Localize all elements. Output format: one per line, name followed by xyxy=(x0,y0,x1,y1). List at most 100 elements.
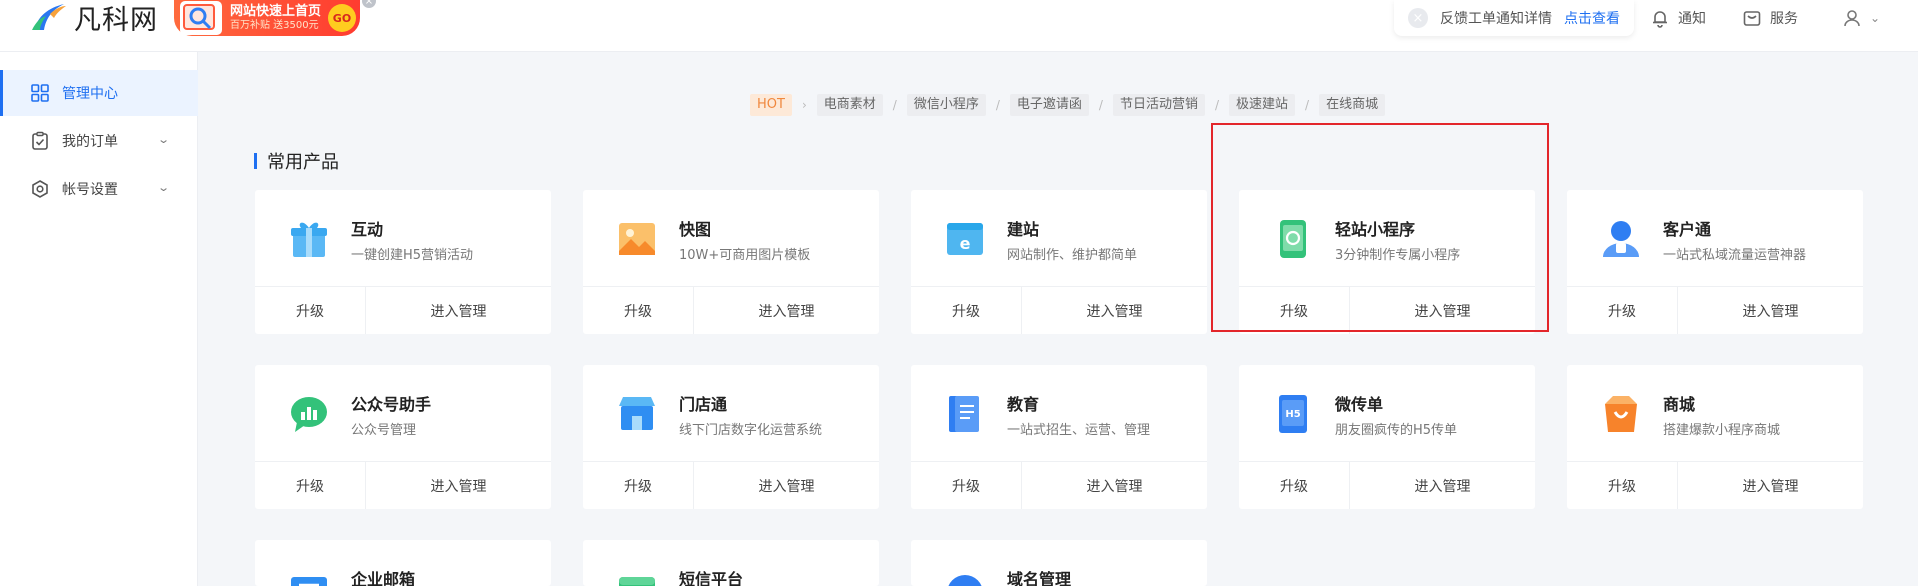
product-card-domain: 域名管理 xyxy=(911,540,1207,586)
card-title: 互动 xyxy=(351,220,384,239)
upgrade-button[interactable]: 升级 xyxy=(1567,462,1678,509)
scrollbar[interactable] xyxy=(1906,52,1918,586)
enter-management-button[interactable]: 进入管理 xyxy=(366,287,551,334)
chevron-down-icon: ⌄ xyxy=(1870,11,1881,25)
card-header[interactable]: e 建站 网站制作、维护都简单 xyxy=(911,190,1207,287)
enter-management-button[interactable]: 进入管理 xyxy=(694,462,879,509)
product-card-site-builder: e 建站 网站制作、维护都简单 升级 进入管理 xyxy=(911,190,1207,334)
miniapp-icon xyxy=(1271,217,1315,261)
notice-view-link[interactable]: 点击查看 xyxy=(1564,8,1620,28)
book-icon xyxy=(943,392,987,436)
card-header[interactable]: 教育 一站式招生、运营、管理 xyxy=(911,365,1207,462)
product-card-sms: 短信平台 xyxy=(583,540,879,586)
card-header[interactable]: 商城 搭建爆款小程序商城 xyxy=(1567,365,1863,462)
product-card-customer: 客户通 一站式私域流量运营神器 升级 进入管理 xyxy=(1567,190,1863,334)
enter-management-button[interactable]: 进入管理 xyxy=(1350,287,1535,334)
upgrade-button[interactable]: 升级 xyxy=(911,462,1022,509)
sidebar-item-orders[interactable]: 我的订单 ⌄ xyxy=(0,118,198,164)
section-title: 常用产品 xyxy=(254,148,339,174)
card-header[interactable]: 互动 一键创建H5营销活动 xyxy=(255,190,551,287)
section-accent-bar xyxy=(254,153,257,169)
upgrade-button[interactable]: 升级 xyxy=(255,287,366,334)
logo[interactable]: 凡科网 xyxy=(30,0,158,36)
card-header[interactable]: 快图 10W+可商用图片模板 xyxy=(583,190,879,287)
enter-management-button[interactable]: 进入管理 xyxy=(1022,462,1207,509)
notice-bar: × 反馈工单通知详情 点击查看 xyxy=(1394,0,1634,36)
card-header[interactable]: 企业邮箱 xyxy=(255,540,551,586)
chevron-down-icon: ⌄ xyxy=(156,133,170,146)
promo-banner[interactable]: 网站快速上首页 百万补贴 送3500元 GO xyxy=(174,0,360,36)
order-icon xyxy=(30,131,50,151)
product-card-official-account: 公众号助手 公众号管理 升级 进入管理 xyxy=(255,365,551,509)
upgrade-button[interactable]: 升级 xyxy=(1239,462,1350,509)
enter-management-button[interactable]: 进入管理 xyxy=(1678,462,1863,509)
chevron-down-icon: ⌄ xyxy=(156,181,170,194)
upgrade-button[interactable]: 升级 xyxy=(1239,287,1350,334)
product-card-mall: 商城 搭建爆款小程序商城 升级 进入管理 xyxy=(1567,365,1863,509)
enter-management-button[interactable]: 进入管理 xyxy=(1350,462,1535,509)
card-header[interactable]: 域名管理 xyxy=(911,540,1207,586)
upgrade-button[interactable]: 升级 xyxy=(583,462,694,509)
card-description: 朋友圈疯传的H5传单 xyxy=(1335,423,1458,438)
notice-close-icon[interactable]: × xyxy=(1408,8,1428,28)
section-title-text: 常用产品 xyxy=(267,152,339,173)
card-header[interactable]: H5 微传单 朋友圈疯传的H5传单 xyxy=(1239,365,1535,462)
promo-subtitle: 百万补贴 送3500元 xyxy=(230,19,319,31)
settings-icon xyxy=(30,179,50,199)
store-icon xyxy=(615,392,659,436)
tag-online-mall[interactable]: 在线商城 xyxy=(1319,94,1386,116)
promo-go-button[interactable]: GO xyxy=(328,4,356,32)
card-header[interactable]: 公众号助手 公众号管理 xyxy=(255,365,551,462)
notify-button[interactable]: 通知 xyxy=(1650,0,1706,36)
hot-tags: HOT › 电商素材 / 微信小程序 / 电子邀请函 / 节日活动营销 / 极速… xyxy=(750,94,1386,116)
product-card-mini-program: 轻站小程序 3分钟制作专属小程序 升级 进入管理 xyxy=(1239,190,1535,334)
card-title: 快图 xyxy=(679,220,712,239)
enter-management-button[interactable]: 进入管理 xyxy=(366,462,551,509)
card-header[interactable]: 轻站小程序 3分钟制作专属小程序 xyxy=(1239,190,1535,287)
h5-badge: H5 xyxy=(1285,409,1300,420)
tag-wechat-miniprogram[interactable]: 微信小程序 xyxy=(906,94,986,116)
service-button[interactable]: 服务 xyxy=(1742,0,1798,36)
tag-separator: / xyxy=(1305,98,1310,112)
card-header[interactable]: 客户通 一站式私域流量运营神器 xyxy=(1567,190,1863,287)
card-title: 教育 xyxy=(1007,395,1040,414)
card-title: 微传单 xyxy=(1335,395,1384,414)
card-description: 一键创建H5营销活动 xyxy=(351,248,474,263)
product-card-quick-image: 快图 10W+可商用图片模板 升级 进入管理 xyxy=(583,190,879,334)
tag-e-invitation[interactable]: 电子邀请函 xyxy=(1009,94,1089,116)
tag-separator: / xyxy=(995,98,1000,112)
service-icon xyxy=(1742,8,1762,28)
upgrade-button[interactable]: 升级 xyxy=(911,287,1022,334)
upgrade-button[interactable]: 升级 xyxy=(583,287,694,334)
upgrade-button[interactable]: 升级 xyxy=(1567,287,1678,334)
enter-management-button[interactable]: 进入管理 xyxy=(694,287,879,334)
chat-icon xyxy=(287,392,331,436)
tag-holiday-marketing[interactable]: 节日活动营销 xyxy=(1112,94,1205,116)
user-menu-button[interactable]: ⌄ xyxy=(1842,0,1880,36)
sidebar-item-label: 我的订单 xyxy=(62,134,118,150)
tag-separator: / xyxy=(1214,98,1220,112)
globe-icon xyxy=(943,567,987,586)
tag-quick-site[interactable]: 极速建站 xyxy=(1229,94,1296,116)
card-description: 一站式私域流量运营神器 xyxy=(1663,248,1807,263)
top-bar: 凡科网 网站快速上首页 百万补贴 送3500元 GO × × 反馈工单通知详情 … xyxy=(0,0,1918,52)
hot-tag: HOT xyxy=(750,94,792,116)
card-description: 网站制作、维护都简单 xyxy=(1007,248,1138,263)
enter-management-button[interactable]: 进入管理 xyxy=(1022,287,1207,334)
sidebar-item-account-settings[interactable]: 帐号设置 ⌄ xyxy=(0,166,198,212)
card-title: 短信平台 xyxy=(679,570,744,586)
enter-management-button[interactable]: 进入管理 xyxy=(1678,287,1863,334)
product-card-interaction: 互动 一键创建H5营销活动 升级 进入管理 xyxy=(255,190,551,334)
promo-close-icon[interactable]: × xyxy=(362,0,376,8)
tag-ecommerce-materials[interactable]: 电商素材 xyxy=(816,94,883,116)
arrow-right-icon: › xyxy=(801,98,807,112)
card-header[interactable]: 短信平台 xyxy=(583,540,879,586)
notice-text: 反馈工单通知详情 xyxy=(1440,11,1552,27)
logo-mark-icon xyxy=(30,2,68,32)
browser-icon: e xyxy=(943,217,987,261)
svg-text:e: e xyxy=(960,234,971,253)
sidebar: 管理中心 我的订单 ⌄ 帐号设置 ⌄ xyxy=(0,52,198,586)
card-header[interactable]: 门店通 线下门店数字化运营系统 xyxy=(583,365,879,462)
sidebar-item-management[interactable]: 管理中心 xyxy=(0,70,198,116)
upgrade-button[interactable]: 升级 xyxy=(255,462,366,509)
